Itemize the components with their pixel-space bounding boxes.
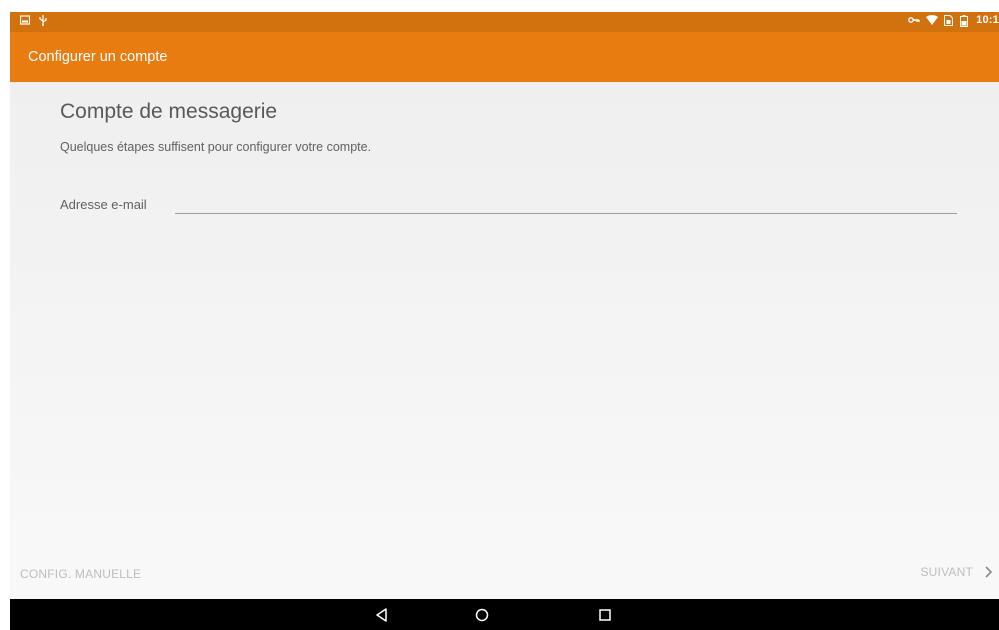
usb-icon — [38, 15, 48, 26]
next-button[interactable]: SUIVANT — [920, 565, 993, 579]
sim-icon — [944, 15, 954, 26]
email-input[interactable] — [175, 188, 957, 214]
back-icon[interactable] — [373, 606, 391, 624]
app-title: Configurer un compte — [28, 49, 168, 65]
bottom-action-bar: CONFIG. MANUELLE SUIVANT — [10, 548, 999, 599]
battery-icon — [960, 15, 970, 27]
manual-setup-button[interactable]: CONFIG. MANUELLE — [20, 567, 141, 581]
status-time: 10:1 — [976, 14, 999, 26]
next-button-label: SUIVANT — [920, 565, 973, 579]
chevron-right-icon — [983, 565, 993, 579]
status-bar: 10:1 — [10, 12, 999, 32]
screenshot-icon — [20, 15, 30, 25]
status-left — [20, 15, 48, 26]
page-subtitle: Quelques étapes suffisent pour configure… — [60, 140, 372, 154]
vpn-key-icon — [908, 15, 920, 25]
navigation-bar — [10, 599, 999, 630]
status-right: 10:1 — [908, 14, 999, 27]
home-icon[interactable] — [473, 606, 491, 624]
account-setup-form: Compte de messagerie Quelques étapes suf… — [10, 82, 999, 548]
email-label: Adresse e-mail — [60, 197, 147, 212]
page-heading: Compte de messagerie — [60, 100, 278, 123]
wifi-icon — [926, 15, 939, 25]
recents-icon[interactable] — [596, 606, 614, 624]
app-bar: Configurer un compte — [10, 32, 999, 82]
device-screen: 10:1 Configurer un compte Compte de mess… — [10, 12, 999, 630]
